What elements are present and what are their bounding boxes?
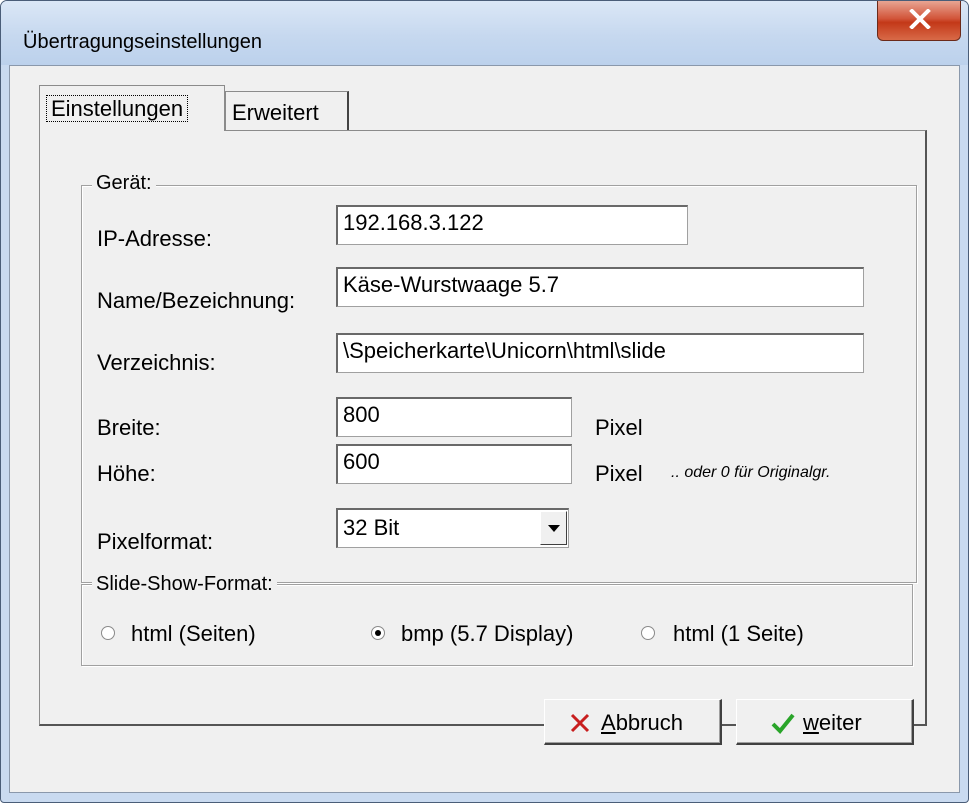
radio-selected-dot	[375, 630, 381, 636]
width-input[interactable]: 800	[336, 397, 572, 437]
directory-label: Verzeichnis:	[97, 350, 216, 375]
tab-einstellungen[interactable]: Einstellungen	[39, 85, 225, 131]
x-icon	[570, 713, 590, 733]
dropdown-button[interactable]	[540, 511, 567, 545]
radio-bmp-display[interactable]	[371, 626, 385, 640]
next-button[interactable]: weiter	[736, 699, 914, 745]
chevron-down-icon	[548, 525, 560, 532]
name-label: Name/Bezeichnung:	[97, 288, 296, 313]
slideshow-group-title: Slide-Show-Format:	[92, 573, 277, 596]
radio-html-pages-label[interactable]: html (Seiten)	[131, 621, 256, 647]
name-input[interactable]: Käse-Wurstwaage 5.7	[336, 267, 864, 307]
directory-input[interactable]: \Speicherkarte\Unicorn\html\slide	[336, 333, 864, 373]
width-label: Breite:	[97, 415, 161, 440]
cancel-button-label: Abbruch	[601, 710, 683, 735]
close-button[interactable]	[877, 1, 961, 41]
height-label: Höhe:	[97, 461, 156, 486]
cancel-button[interactable]: Abbruch	[544, 699, 722, 745]
window-title: Übertragungseinstellungen	[23, 31, 263, 53]
tab-einstellungen-label: Einstellungen	[46, 95, 189, 122]
tab-erweitert[interactable]: Erweitert	[225, 91, 349, 131]
radio-html-pages[interactable]	[101, 626, 115, 640]
ip-input[interactable]: 192.168.3.122	[336, 205, 688, 245]
title-bar[interactable]: Übertragungseinstellungen	[1, 1, 968, 65]
radio-html-one-page-label[interactable]: html (1 Seite)	[673, 621, 804, 647]
next-button-label: weiter	[803, 710, 862, 735]
checkmark-icon	[771, 713, 795, 734]
pixelformat-label: Pixelformat:	[97, 529, 214, 554]
radio-html-one-page[interactable]	[641, 626, 655, 640]
close-icon	[909, 9, 931, 29]
pixelformat-select[interactable]: 32 Bit	[336, 508, 569, 548]
pixelformat-value: 32 Bit	[343, 515, 400, 540]
dialog-window: Übertragungseinstellungen Einstellungen …	[0, 0, 969, 803]
height-unit: Pixel	[595, 461, 643, 486]
height-hint: .. oder 0 für Originalgr.	[671, 464, 831, 481]
radio-bmp-display-label[interactable]: bmp (5.7 Display)	[401, 621, 573, 647]
height-input[interactable]: 600	[336, 444, 572, 484]
ip-label: IP-Adresse:	[97, 226, 212, 251]
tab-erweitert-label: Erweitert	[232, 100, 319, 125]
device-group-title: Gerät:	[92, 172, 156, 195]
width-unit: Pixel	[595, 415, 643, 440]
